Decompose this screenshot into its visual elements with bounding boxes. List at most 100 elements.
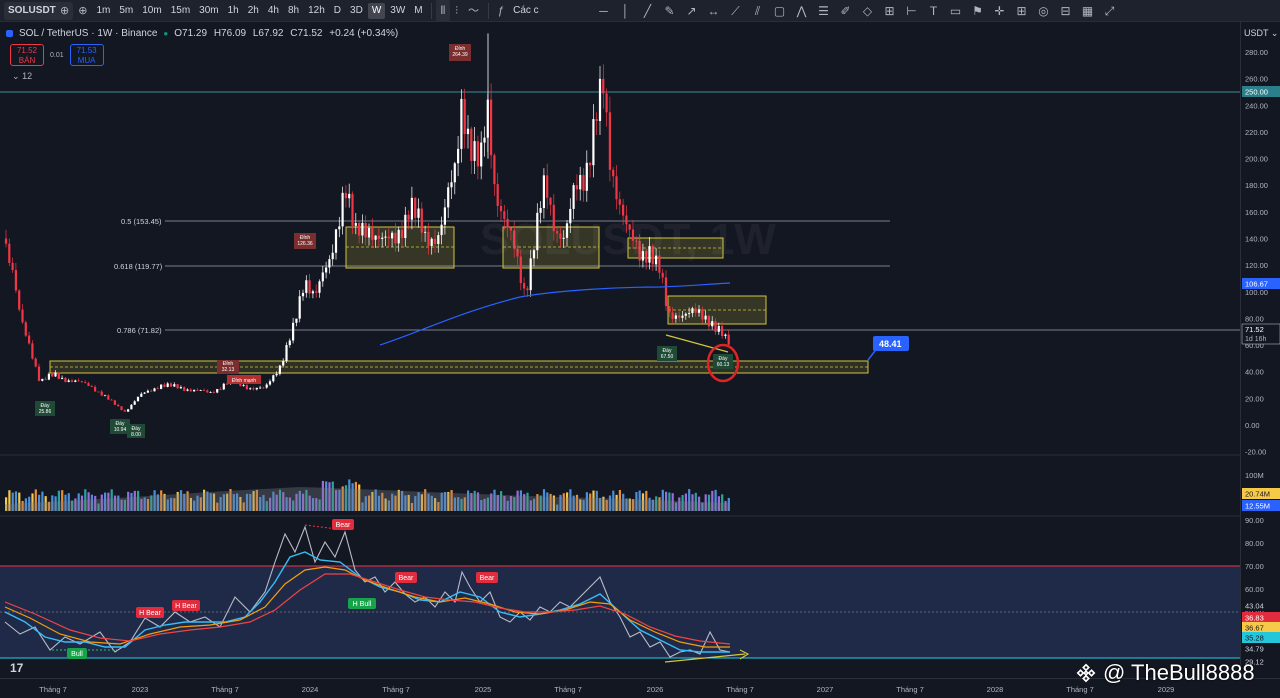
- candle-style-icon[interactable]: ⫴: [435, 0, 451, 22]
- candle-body: [222, 383, 225, 390]
- vertical-line-icon[interactable]: │: [618, 4, 633, 18]
- candle-body: [87, 383, 90, 386]
- price-badge-250: 250.00: [1245, 88, 1268, 97]
- timeframe-m[interactable]: M: [410, 3, 426, 19]
- symbol-search[interactable]: SOLUSDT ⊕: [4, 1, 74, 20]
- candle-body: [664, 277, 668, 307]
- candle-body: [285, 345, 288, 361]
- candle-body: [41, 378, 44, 381]
- add-symbol-icon[interactable]: ⊕: [73, 0, 92, 22]
- time-tick: 2025: [475, 685, 492, 694]
- price-axis[interactable]: 280.00 260.00 240.00 220.00 200.00 180.00 160.…: [1240, 22, 1280, 678]
- trend-line-icon[interactable]: ╱: [640, 4, 655, 18]
- expand-icon[interactable]: ⤢: [1102, 4, 1117, 19]
- legend-ohlc: O71.29 H76.09 L67.92 C71.52 +0.24 (+0.34…: [174, 28, 402, 39]
- sell-button[interactable]: 71.52 BÁN: [10, 44, 44, 66]
- candle-body: [338, 226, 341, 230]
- line-style-icon[interactable]: 〜: [463, 0, 484, 22]
- circle-icon[interactable]: ◎: [1036, 4, 1051, 18]
- flag-icon[interactable]: ⚑: [970, 4, 985, 18]
- path-icon[interactable]: ⟋: [728, 4, 743, 19]
- buy-button[interactable]: 71.53 MUA: [69, 44, 104, 66]
- candle-body: [721, 326, 724, 336]
- candle-body: [480, 142, 483, 167]
- timeframe-8h[interactable]: 8h: [284, 3, 303, 19]
- candle-body: [391, 232, 394, 239]
- candle-body: [374, 235, 377, 240]
- spread-value: 0.01: [50, 51, 64, 59]
- candle-body: [674, 315, 677, 319]
- candle-body: [466, 128, 470, 135]
- grid-icon[interactable]: ⊞: [1014, 4, 1029, 18]
- timeframe-4h[interactable]: 4h: [264, 3, 283, 19]
- candle-body: [209, 392, 212, 393]
- price-tick: 200.00: [1245, 155, 1268, 164]
- tradingview-logo: 17: [10, 661, 24, 675]
- candle-body: [70, 380, 74, 382]
- candle-body: [160, 384, 163, 389]
- bar-style-icon[interactable]: ⫶: [450, 0, 463, 22]
- text-icon[interactable]: T: [926, 4, 941, 18]
- indicators-icon[interactable]: ƒ: [493, 0, 509, 22]
- compare-icon[interactable]: ⊕: [60, 4, 69, 17]
- candle-body: [255, 387, 258, 390]
- pattern-icon[interactable]: ◇: [860, 4, 875, 18]
- legend-title[interactable]: SOL / TetherUS · 1W · Binance: [19, 28, 157, 39]
- callout-icon[interactable]: ▭: [948, 4, 963, 18]
- timeframe-30m[interactable]: 30m: [195, 3, 222, 19]
- timeframe-1m[interactable]: 1m: [92, 3, 114, 19]
- timeframe-2h[interactable]: 2h: [244, 3, 263, 19]
- brush-icon[interactable]: ✐: [838, 4, 853, 18]
- candle-body: [84, 382, 87, 384]
- symbol-name: SOLUSDT: [8, 5, 56, 16]
- currency-label[interactable]: USDT ⌄: [1244, 28, 1278, 39]
- measure-icon[interactable]: ⊟: [1058, 4, 1073, 18]
- polyline-icon[interactable]: ⋀: [794, 4, 809, 18]
- indicators-button[interactable]: Các c: [509, 3, 543, 19]
- timeframe-15m[interactable]: 15m: [167, 3, 194, 19]
- candle-body: [11, 262, 14, 271]
- indicator-toggle[interactable]: ⌄ 12: [12, 71, 32, 82]
- candle-body: [74, 380, 77, 382]
- fib-icon[interactable]: ☰: [816, 4, 831, 18]
- candle-body: [143, 392, 146, 394]
- time-tick: 2026: [647, 685, 664, 694]
- timeframe-1h[interactable]: 1h: [224, 3, 243, 19]
- timeframe-12h[interactable]: 12h: [304, 3, 329, 19]
- candle-body: [107, 395, 110, 400]
- chart-pane[interactable]: 0.5 (153.45) 0.618 (119.77) 0.786 (71.82…: [0, 22, 1240, 678]
- candle-body: [717, 326, 720, 332]
- timeframe-10m[interactable]: 10m: [138, 3, 165, 19]
- timeframe-d[interactable]: D: [330, 3, 345, 19]
- candle-body: [100, 391, 103, 396]
- table-icon[interactable]: ▦: [1080, 4, 1095, 18]
- candle-body: [433, 238, 437, 245]
- horizontal-line-icon[interactable]: ─: [596, 4, 611, 18]
- ray-icon[interactable]: ↔: [706, 4, 721, 18]
- candle-body: [701, 309, 704, 320]
- pen-icon[interactable]: ✎: [662, 4, 677, 18]
- timeframe-3w[interactable]: 3W: [386, 3, 409, 19]
- candle-body: [694, 308, 697, 313]
- arrow-icon[interactable]: ↗: [684, 4, 699, 18]
- candle-body: [351, 193, 354, 226]
- forecast-icon[interactable]: ⊢: [904, 4, 919, 18]
- binance-logo-icon: [1076, 663, 1096, 683]
- timeframe-3d[interactable]: 3D: [346, 3, 367, 19]
- timeframe-5m[interactable]: 5m: [115, 3, 137, 19]
- gann-icon[interactable]: ⊞: [882, 4, 897, 18]
- chart-canvas[interactable]: 0.5 (153.45) 0.618 (119.77) 0.786 (71.82…: [0, 22, 1240, 678]
- rectangle-icon[interactable]: ▢: [772, 4, 787, 18]
- candle-body: [113, 400, 116, 405]
- candle-body: [424, 231, 427, 233]
- channel-icon[interactable]: ⫽: [750, 4, 765, 19]
- candle-body: [127, 409, 130, 412]
- timeframe-w[interactable]: W: [367, 2, 386, 19]
- candle-body: [176, 384, 179, 389]
- candle-body: [711, 321, 714, 327]
- chevron-down-icon: ⌄: [12, 71, 20, 81]
- candle-body: [450, 182, 453, 188]
- candle-body: [714, 321, 717, 332]
- crosshair-icon[interactable]: ✛: [992, 4, 1007, 18]
- candle-body: [361, 222, 364, 236]
